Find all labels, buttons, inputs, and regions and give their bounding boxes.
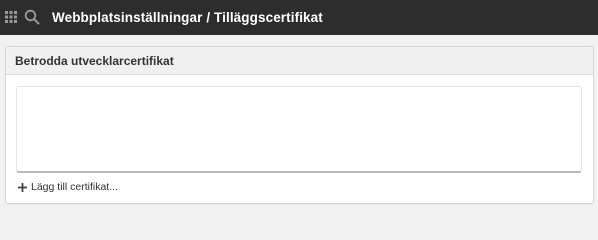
add-certificate-button[interactable]: Lägg till certifikat...	[18, 180, 118, 194]
panel-title: Betrodda utvecklarcertifikat	[15, 54, 174, 68]
breadcrumb: Webbplatsinställningar / Tilläggscertifi…	[52, 10, 323, 25]
top-bar: Webbplatsinställningar / Tilläggscertifi…	[0, 0, 598, 35]
panel-header: Betrodda utvecklarcertifikat	[6, 47, 593, 75]
search-icon[interactable]	[24, 9, 40, 25]
grid-icon[interactable]	[5, 11, 17, 23]
trusted-developer-certificates-panel: Betrodda utvecklarcertifikat Lägg till c…	[5, 46, 594, 204]
certificate-list[interactable]	[16, 86, 582, 173]
plus-icon	[18, 182, 27, 192]
add-certificate-label: Lägg till certifikat...	[31, 181, 118, 193]
